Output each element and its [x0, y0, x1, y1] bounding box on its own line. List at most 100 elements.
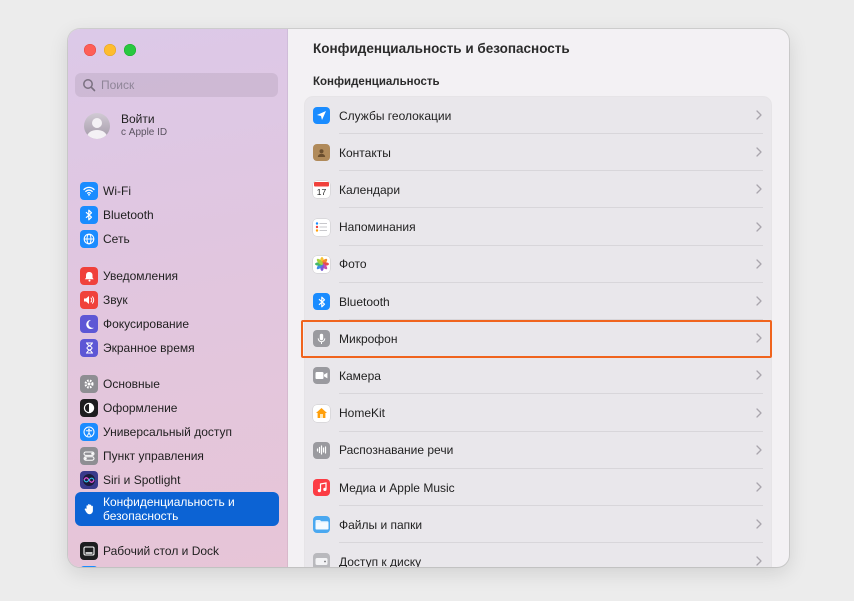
- chevron-right-icon: [756, 110, 762, 120]
- privacy-row-label: Распознавание речи: [339, 443, 454, 458]
- reminders-icon: [313, 218, 330, 236]
- chevron-right-icon: [756, 221, 762, 232]
- sidebar-item-label: Рабочий стол и Dock: [103, 544, 220, 558]
- chevron-right-icon: [756, 556, 762, 567]
- sidebar-item-label: Фокусирование: [103, 317, 190, 331]
- privacy-row-contacts[interactable]: Контакты: [305, 134, 771, 172]
- sidebar-item-dock[interactable]: Рабочий стол и Dock: [75, 539, 279, 563]
- chevron-right-icon: [756, 407, 762, 418]
- privacy-row-photos[interactable]: Фото: [305, 246, 771, 283]
- microphone-icon: [313, 330, 330, 348]
- privacy-row-music-note[interactable]: Медиа и Apple Music: [305, 469, 771, 506]
- accessibility-icon: [80, 423, 98, 441]
- sidebar-item-gear[interactable]: Основные: [75, 372, 279, 396]
- sidebar-group: Wi-Fi Bluetooth Сеть: [75, 179, 279, 251]
- sidebar-item-speaker[interactable]: Звук: [75, 288, 279, 312]
- zoom-button[interactable]: [124, 44, 136, 56]
- privacy-row-label: Фото: [339, 257, 367, 272]
- svg-text:17: 17: [317, 188, 327, 198]
- sidebar-item-appearance[interactable]: Оформление: [75, 396, 279, 420]
- section-title: Конфиденциальность: [313, 76, 440, 88]
- apple-id-signin[interactable]: Войти с Apple ID: [84, 113, 167, 139]
- settings-window: Войти с Apple ID Wi-Fi Bluetooth Сеть Уведо…: [68, 29, 789, 567]
- hourglass-icon: [80, 339, 98, 357]
- sidebar-item-hand[interactable]: Конфиденциальность и безопасность: [75, 492, 279, 526]
- privacy-row-label: Файлы и папки: [339, 517, 423, 532]
- sidebar: Войти с Apple ID Wi-Fi Bluetooth Сеть Уведо…: [68, 29, 288, 567]
- sidebar-item-label: Уведомления: [103, 269, 179, 283]
- sidebar-item-siri[interactable]: Siri и Spotlight: [75, 468, 279, 492]
- privacy-row-label: Медиа и Apple Music: [339, 480, 455, 495]
- bluetooth-icon: [313, 293, 330, 310]
- page-title: Конфиденциальность и безопасность: [313, 41, 570, 56]
- sidebar-item-bell[interactable]: Уведомления: [75, 264, 279, 288]
- privacy-row-waveform[interactable]: Распознавание речи: [305, 432, 771, 469]
- sidebar-item-label: Bluetooth: [103, 208, 154, 222]
- globe-icon: [80, 230, 98, 248]
- chevron-right-icon: [756, 519, 762, 529]
- privacy-row-reminders[interactable]: Напоминания: [305, 209, 771, 246]
- minimize-button[interactable]: [104, 44, 116, 56]
- privacy-row-bluetooth[interactable]: Bluetooth: [305, 283, 771, 320]
- privacy-row-label: Микрофон: [339, 331, 398, 346]
- bell-icon: [80, 267, 98, 285]
- privacy-row-label: Доступ к диску: [339, 554, 422, 567]
- sidebar-group: Рабочий стол и Dock Дисплеи: [75, 539, 279, 567]
- privacy-row-label: HomeKit: [339, 406, 386, 421]
- main-pane: Конфиденциальность и безопасность Конфид…: [288, 29, 789, 567]
- bluetooth-icon: [80, 206, 98, 224]
- close-button[interactable]: [84, 44, 96, 56]
- sidebar-item-globe[interactable]: Сеть: [75, 227, 279, 251]
- sidebar-item-label: Siri и Spotlight: [103, 473, 181, 487]
- dock-icon: [80, 542, 98, 560]
- privacy-list: Службы геолокации Контакты 17 Календари Напо…: [305, 97, 771, 567]
- chevron-right-icon: [756, 482, 762, 492]
- privacy-row-calendar[interactable]: 17 Календари: [305, 171, 771, 209]
- disk-icon: [313, 553, 330, 567]
- sidebar-item-hourglass[interactable]: Экранное время: [75, 336, 279, 360]
- search-field[interactable]: [75, 73, 278, 97]
- sidebar-item-moon[interactable]: Фокусирование: [75, 312, 279, 336]
- avatar: [84, 113, 110, 139]
- sidebar-item-label: Пункт управления: [103, 449, 204, 463]
- sidebar-item-accessibility[interactable]: Универсальный доступ: [75, 420, 279, 444]
- sidebar-item-label: Универсальный доступ: [103, 425, 233, 439]
- privacy-row-label: Службы геолокации: [339, 108, 452, 123]
- sidebar-group: Уведомления Звук Фокусирование Экранное вре…: [75, 264, 279, 360]
- hand-icon: [80, 500, 98, 518]
- privacy-row-folder[interactable]: Файлы и папки: [305, 506, 771, 544]
- sidebar-item-control-center[interactable]: Пункт управления: [75, 444, 279, 468]
- control-center-icon: [80, 447, 98, 465]
- sidebar-item-label: Звук: [103, 293, 128, 307]
- sidebar-group: Основные Оформление Универсальный доступ Пу…: [75, 372, 279, 526]
- privacy-row-label: Напоминания: [339, 220, 416, 235]
- search-input[interactable]: [101, 78, 271, 92]
- privacy-row-home[interactable]: HomeKit: [305, 395, 771, 432]
- chevron-right-icon: [756, 147, 762, 157]
- speaker-icon: [80, 291, 98, 309]
- sidebar-item-bluetooth[interactable]: Bluetooth: [75, 203, 279, 227]
- sun-icon: [80, 566, 98, 567]
- chevron-right-icon: [756, 184, 762, 195]
- search-icon: [83, 79, 96, 92]
- sidebar-item-label: Сеть: [103, 232, 130, 246]
- moon-icon: [80, 315, 98, 333]
- contacts-icon: [313, 144, 330, 162]
- chevron-right-icon: [756, 333, 762, 343]
- sidebar-item-wifi[interactable]: Wi-Fi: [75, 179, 279, 203]
- privacy-row-label: Контакты: [339, 145, 391, 160]
- privacy-row-label: Календари: [339, 182, 401, 197]
- sidebar-item-label: Оформление: [103, 401, 178, 415]
- sidebar-item-label: Основные: [103, 377, 160, 391]
- chevron-right-icon: [756, 296, 762, 306]
- account-name: Войти: [121, 112, 155, 126]
- photos-icon: [313, 255, 330, 273]
- chevron-right-icon: [756, 370, 762, 381]
- appearance-icon: [80, 399, 98, 417]
- sidebar-item-sun[interactable]: Дисплеи: [75, 563, 279, 567]
- privacy-row-location-arrow[interactable]: Службы геолокации: [305, 97, 771, 134]
- calendar-icon: 17: [313, 181, 330, 199]
- privacy-row-camera[interactable]: Камера: [305, 357, 771, 395]
- privacy-row-microphone[interactable]: Микрофон: [305, 320, 771, 358]
- privacy-row-disk[interactable]: Доступ к диску: [305, 543, 771, 567]
